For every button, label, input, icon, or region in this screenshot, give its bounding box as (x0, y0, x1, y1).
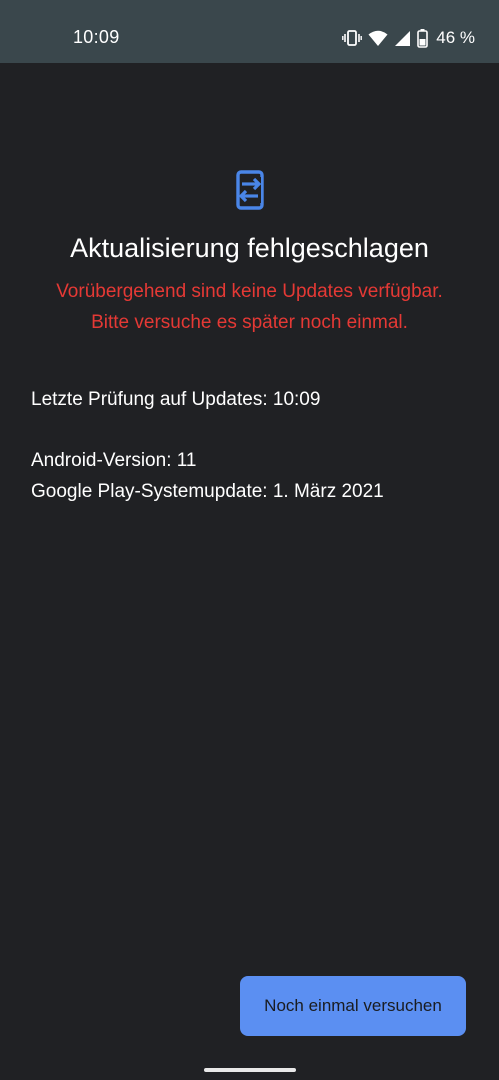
wifi-icon (368, 29, 388, 47)
status-bar: 10:09 46 % (0, 0, 499, 63)
error-message-line1: Vorübergehend sind keine Updates verfügb… (56, 281, 443, 302)
status-icons: 46 % (342, 26, 475, 50)
status-time: 10:09 (73, 27, 120, 47)
error-message-line2: Bitte versuche es später noch einmal. (91, 312, 408, 333)
android-version-text: Android-Version: 11 (31, 450, 197, 471)
retry-button[interactable]: Noch einmal versuchen (240, 976, 466, 1036)
battery-percent: 46 % (436, 28, 475, 47)
last-check-text: Letzte Prüfung auf Updates: 10:09 (31, 389, 321, 410)
vibrate-icon (342, 28, 363, 48)
battery-icon (417, 28, 429, 48)
gesture-nav-handle[interactable] (204, 1068, 296, 1072)
page-title: Aktualisierung fehlgeschlagen (70, 233, 429, 263)
system-update-screen: 10:09 46 % Aktualisierung fehlgeschlagen… (0, 0, 499, 1080)
signal-icon (394, 30, 411, 47)
play-system-update-text: Google Play-Systemupdate: 1. März 2021 (31, 481, 384, 502)
system-update-icon (233, 170, 267, 210)
